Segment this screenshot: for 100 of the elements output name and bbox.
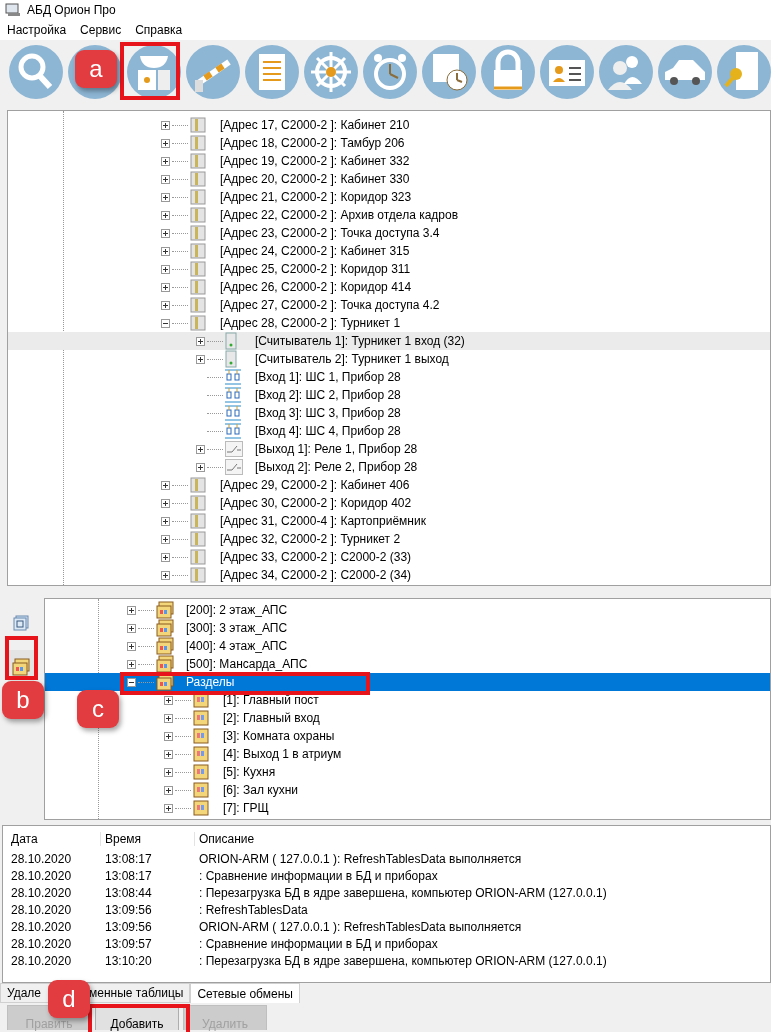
column-header[interactable]: Описание: [195, 832, 766, 846]
expand-icon[interactable]: [161, 570, 170, 580]
menu-item[interactable]: Сервис: [80, 23, 122, 37]
tree-item-label[interactable]: [Вход 3]: ШС 3, Прибор 28: [253, 406, 401, 420]
tree-item-label[interactable]: [5]: Кухня: [221, 765, 276, 779]
expand-icon[interactable]: [164, 785, 173, 795]
expand-icon[interactable]: [164, 749, 173, 759]
reader-icon: [225, 332, 237, 350]
expand-icon[interactable]: [164, 695, 173, 705]
device-icon: [190, 207, 206, 223]
tree-item-label[interactable]: [Считыватель 2]: Турникет 1 выход: [253, 352, 449, 366]
tree-item-label[interactable]: [4]: Выход 1 в атриум: [221, 747, 342, 761]
expand-icon[interactable]: [196, 354, 205, 364]
menu-item[interactable]: Справка: [135, 23, 183, 37]
expand-icon[interactable]: [161, 264, 170, 274]
expand-icon[interactable]: [196, 462, 205, 472]
expand-icon[interactable]: [161, 192, 170, 202]
tree-item-label[interactable]: [Адрес 32, С2000-2 ]: Турникет 2: [218, 532, 401, 546]
expand-icon[interactable]: [127, 641, 136, 651]
partition-icon: [193, 710, 209, 726]
expand-icon[interactable]: [161, 210, 170, 220]
column-header[interactable]: Время: [101, 832, 195, 846]
expand-icon[interactable]: [161, 480, 170, 490]
tree-item-label[interactable]: [Адрес 33, С2000-2 ]: С2000-2 (33): [218, 550, 412, 564]
expand-icon[interactable]: [161, 552, 170, 562]
tree-item-label[interactable]: [Адрес 29, С2000-2 ]: Кабинет 406: [218, 478, 410, 492]
menu-item[interactable]: Настройка: [7, 23, 67, 37]
collapse-icon[interactable]: [127, 677, 136, 687]
tree-item-label[interactable]: [Адрес 26, С2000-2 ]: Коридор 414: [218, 280, 412, 294]
tree-item-label[interactable]: [Адрес 25, С2000-2 ]: Коридор 311: [218, 262, 411, 276]
tree-item-label[interactable]: [Адрес 30, С2000-2 ]: Коридор 402: [218, 496, 412, 510]
window-title: АБД Орион Про: [27, 3, 116, 17]
expand-icon[interactable]: [164, 713, 173, 723]
tree-item-label[interactable]: [Адрес 18, С2000-2 ]: Тамбур 206: [218, 136, 405, 150]
tree-item-label[interactable]: [1]: Главный пост: [221, 693, 319, 707]
expand-icon[interactable]: [127, 605, 136, 615]
expand-icon[interactable]: [161, 246, 170, 256]
collapse-icon[interactable]: [161, 318, 170, 328]
expand-icon[interactable]: [161, 300, 170, 310]
tree-item-label[interactable]: [Адрес 27, С2000-2 ]: Точка доступа 4.2: [218, 298, 440, 312]
app-icon: [5, 3, 21, 17]
id-card-icon[interactable]: [539, 44, 595, 100]
table-cell-text: 13:09:57: [104, 936, 153, 951]
table-cell-text: 13:09:56: [104, 919, 153, 934]
device-icon: [190, 153, 206, 169]
tab[interactable]: Сетевые обмены: [190, 983, 300, 1003]
expand-icon[interactable]: [161, 498, 170, 508]
expand-icon[interactable]: [161, 120, 170, 130]
expand-icon[interactable]: [161, 534, 170, 544]
table-cell-text: : Сравнение информации в БД и приборах: [198, 936, 439, 951]
loop-icon: [225, 423, 241, 439]
table-cell-text: : Перезагрузка БД в ядре завершена, компьютер ORION-ARM (127.0.0.1): [198, 885, 608, 900]
table-cell-text: 13:09:56: [104, 902, 153, 917]
tree-item-label[interactable]: [Выход 1]: Реле 1, Прибор 28: [253, 442, 418, 456]
expand-icon[interactable]: [164, 731, 173, 741]
selected-row[interactable]: Разделы: [45, 673, 770, 691]
expand-icon[interactable]: [196, 336, 205, 346]
tree-item-label[interactable]: [7]: ГРЩ: [221, 801, 269, 815]
expand-icon[interactable]: [164, 803, 173, 813]
tree-item-label[interactable]: [Вход 4]: ШС 4, Прибор 28: [253, 424, 401, 438]
tree-item-label[interactable]: [3]: Комната охраны: [221, 729, 335, 743]
tree-item-label[interactable]: [Адрес 31, С2000-4 ]: Картоприёмник: [218, 514, 426, 528]
expand-icon[interactable]: [161, 228, 170, 238]
relay-icon: [225, 441, 243, 457]
expand-icon[interactable]: [196, 444, 205, 454]
expand-icon[interactable]: [161, 282, 170, 292]
column-header[interactable]: Дата: [7, 832, 101, 846]
tree-item-label[interactable]: [6]: Зал кухни: [221, 783, 298, 797]
tree-item-label[interactable]: [Вход 1]: ШС 1, Прибор 28: [253, 370, 401, 384]
window-stack-icon: [13, 615, 29, 631]
expand-icon[interactable]: [164, 767, 173, 777]
expand-icon[interactable]: [127, 623, 136, 633]
tree-item-label[interactable]: [Адрес 20, С2000-2 ]: Кабинет 330: [218, 172, 410, 186]
tree-item-label[interactable]: [Адрес 17, С2000-2 ]: Кабинет 210: [218, 118, 410, 132]
tree-item-label[interactable]: [Выход 2]: Реле 2, Прибор 28: [253, 460, 418, 474]
tree-item-label[interactable]: [Адрес 19, С2000-2 ]: Кабинет 332: [218, 154, 410, 168]
callout-tooltip: d: [48, 980, 90, 1018]
tree-item-label[interactable]: [Адрес 22, С2000-2 ]: Архив отдела кадров: [218, 208, 459, 222]
tree-item-label[interactable]: [2]: Главный вход: [221, 711, 320, 725]
tree-item-label[interactable]: [200]: 2 этаж_АПС: [184, 603, 288, 617]
tree-item-label[interactable]: [500]: Мансарда_АПС: [184, 657, 308, 671]
expand-icon[interactable]: [161, 138, 170, 148]
tree-item-label[interactable]: [Адрес 34, С2000-2 ]: С2000-2 (34): [218, 568, 412, 582]
partition-icon: [156, 601, 174, 619]
tree-item-label[interactable]: [Вход 2]: ШС 2, Прибор 28: [253, 388, 401, 402]
expand-icon[interactable]: [161, 516, 170, 526]
tree-item-label[interactable]: [Адрес 28, С2000-2 ]: Турникет 1: [218, 316, 401, 330]
expand-icon[interactable]: [161, 174, 170, 184]
table-cell-text: 13:08:17: [104, 868, 153, 883]
tree-item-label[interactable]: [400]: 4 этаж_АПС: [184, 639, 288, 653]
tree-item-label[interactable]: [Адрес 23, С2000-2 ]: Точка доступа 3.4: [218, 226, 440, 240]
device-icon: [190, 189, 206, 205]
car-icon[interactable]: [657, 44, 713, 100]
tree-item-label[interactable]: [Адрес 24, С2000-2 ]: Кабинет 315: [218, 244, 410, 258]
selected-row[interactable]: [Считыватель 1]: Турникет 1 вход (32): [8, 332, 770, 350]
expand-icon[interactable]: [127, 659, 136, 669]
tree-item-label[interactable]: [Адрес 21, С2000-2 ]: Коридор 323: [218, 190, 412, 204]
schedule-icon[interactable]: [421, 44, 477, 100]
expand-icon[interactable]: [161, 156, 170, 166]
tree-item-label[interactable]: [300]: 3 этаж_АПС: [184, 621, 288, 635]
